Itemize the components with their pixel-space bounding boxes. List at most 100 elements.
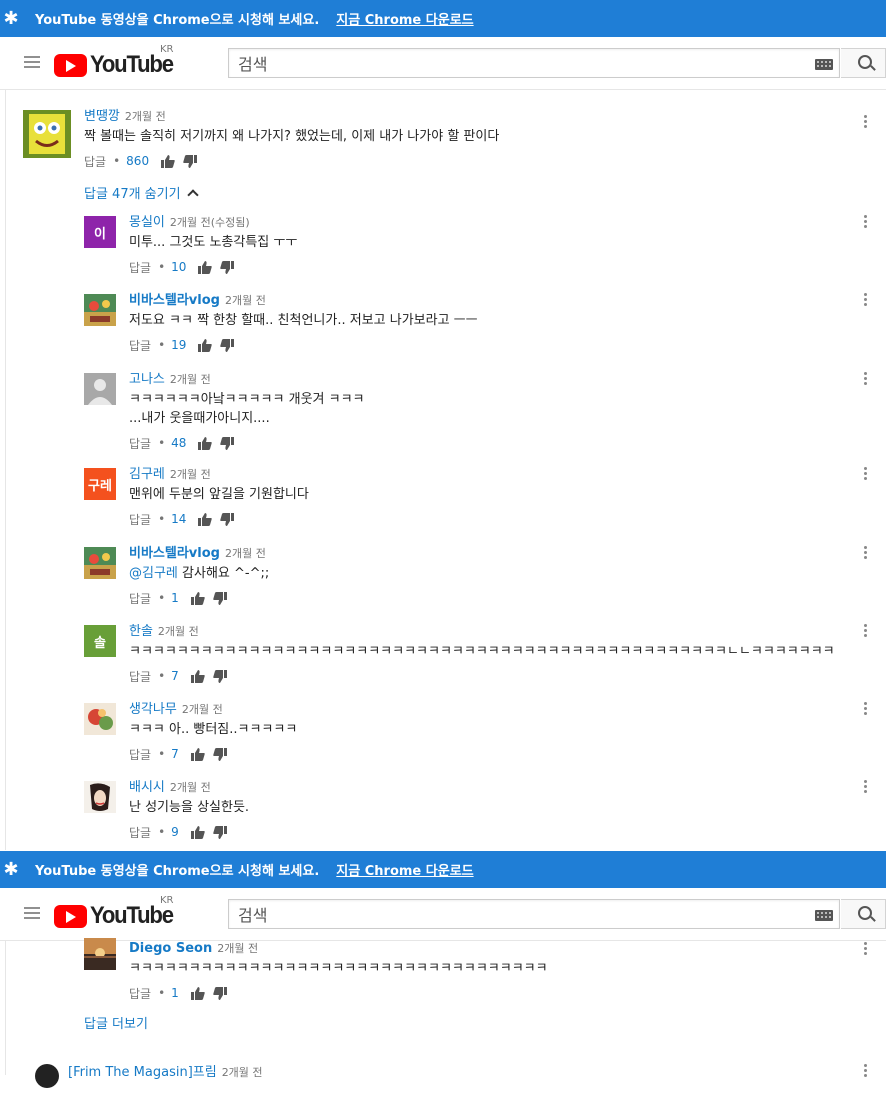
comment-time[interactable]: 2개월 전 bbox=[182, 703, 223, 716]
comment-author[interactable]: 생각나무 bbox=[129, 702, 177, 717]
more-actions-icon[interactable] bbox=[864, 115, 868, 130]
reply-button[interactable]: 답글 bbox=[129, 435, 151, 452]
reply-button[interactable]: 답글 bbox=[84, 153, 106, 170]
comment-author[interactable]: 변땡깡 bbox=[84, 109, 120, 124]
more-actions-icon[interactable] bbox=[864, 624, 868, 639]
avatar[interactable] bbox=[23, 110, 71, 158]
comment-author[interactable]: 김구레 bbox=[129, 467, 165, 482]
comment-time[interactable]: 2개월 전 bbox=[170, 781, 211, 794]
thumbs-up-icon[interactable] bbox=[190, 825, 205, 839]
avatar[interactable]: 이 bbox=[84, 216, 116, 248]
more-actions-icon[interactable] bbox=[864, 702, 868, 717]
avatar[interactable] bbox=[84, 373, 116, 405]
comment-time[interactable]: 2개월 전 bbox=[170, 373, 211, 386]
comment-author[interactable]: Diego Seon bbox=[129, 941, 212, 956]
search-input[interactable] bbox=[229, 49, 800, 79]
reply-button[interactable]: 답글 bbox=[129, 985, 151, 1002]
avatar[interactable] bbox=[84, 703, 116, 735]
separator-dot: • bbox=[158, 591, 166, 605]
comment-time[interactable]: 2개월 전(수정됨) bbox=[170, 216, 250, 229]
thumbs-up-icon[interactable] bbox=[190, 591, 205, 605]
comment-author[interactable]: 비바스텔라vlog bbox=[129, 546, 220, 561]
avatar[interactable] bbox=[23, 1060, 71, 1108]
keyboard-icon[interactable] bbox=[815, 910, 833, 921]
thumbs-up-icon[interactable] bbox=[190, 669, 205, 683]
comment-time[interactable]: 2개월 전 bbox=[217, 942, 258, 955]
hide-replies-label: 답글 47개 숨기기 bbox=[84, 187, 181, 202]
more-actions-icon[interactable] bbox=[864, 467, 868, 482]
hide-replies-button[interactable]: 답글 47개 숨기기 bbox=[84, 183, 199, 202]
youtube-logo[interactable]: YouTube KR bbox=[54, 895, 180, 930]
thumbs-up-icon[interactable] bbox=[198, 512, 213, 526]
comment-author[interactable]: 몽실이 bbox=[129, 215, 165, 230]
search-input[interactable] bbox=[229, 900, 800, 930]
menu-icon[interactable] bbox=[24, 56, 40, 69]
comment-author[interactable]: 배시시 bbox=[129, 780, 165, 795]
reply-button[interactable]: 답글 bbox=[129, 590, 151, 607]
thumbs-down-icon[interactable] bbox=[213, 669, 227, 683]
thumbs-up-icon[interactable] bbox=[198, 338, 213, 352]
comment-time[interactable]: 2개월 전 bbox=[225, 547, 266, 560]
search-button[interactable] bbox=[841, 48, 886, 78]
more-actions-icon[interactable] bbox=[864, 215, 868, 230]
comment-time[interactable]: 2개월 전 bbox=[158, 625, 199, 638]
more-actions-icon[interactable] bbox=[864, 293, 868, 308]
thumbs-up-icon[interactable] bbox=[198, 260, 213, 274]
mention-link[interactable]: @김구레 bbox=[129, 566, 178, 581]
thumbs-down-icon[interactable] bbox=[220, 512, 235, 526]
menu-icon[interactable] bbox=[24, 907, 40, 920]
reply-button[interactable]: 답글 bbox=[129, 337, 151, 354]
comment-time[interactable]: 2개월 전 bbox=[225, 294, 266, 307]
more-actions-icon[interactable] bbox=[864, 1064, 868, 1079]
more-actions-icon[interactable] bbox=[864, 942, 868, 957]
avatar[interactable] bbox=[84, 938, 116, 970]
avatar[interactable] bbox=[84, 781, 116, 813]
reply-button[interactable]: 답글 bbox=[129, 259, 151, 276]
avatar[interactable]: 구레 bbox=[84, 468, 116, 500]
more-actions-icon[interactable] bbox=[864, 546, 868, 561]
search-button[interactable] bbox=[841, 899, 886, 929]
thumbs-up-icon[interactable] bbox=[190, 986, 205, 1000]
reply-button[interactable]: 답글 bbox=[129, 746, 151, 763]
like-count: 1 bbox=[171, 591, 179, 605]
thumbs-down-icon[interactable] bbox=[213, 591, 227, 605]
region-code: KR bbox=[160, 44, 174, 55]
comment-author[interactable]: 고나스 bbox=[129, 372, 165, 387]
like-count: 48 bbox=[171, 436, 187, 450]
more-actions-icon[interactable] bbox=[864, 372, 868, 387]
avatar[interactable] bbox=[84, 547, 116, 579]
thumbs-down-icon[interactable] bbox=[220, 260, 235, 274]
chrome-download-link[interactable]: 지금 Chrome 다운로드 bbox=[336, 860, 473, 879]
reply-button[interactable]: 답글 bbox=[129, 511, 151, 528]
reply-button[interactable]: 답글 bbox=[129, 668, 151, 685]
chrome-download-link[interactable]: 지금 Chrome 다운로드 bbox=[336, 9, 473, 28]
comment-author[interactable]: [Frim The Magasin]프림 bbox=[68, 1065, 217, 1080]
youtube-logo[interactable]: YouTube KR bbox=[54, 44, 180, 79]
thumbs-up-icon[interactable] bbox=[198, 436, 213, 450]
play-icon bbox=[54, 53, 87, 77]
comment-time[interactable]: 2개월 전 bbox=[222, 1066, 263, 1079]
avatar[interactable]: 솔 bbox=[84, 625, 116, 657]
thumbs-down-icon[interactable] bbox=[220, 338, 235, 352]
show-more-replies-button[interactable]: 답글 더보기 bbox=[84, 1013, 148, 1032]
banner-text: YouTube 동영상을 Chrome으로 시청해 보세요. bbox=[35, 13, 320, 28]
thumbs-down-icon[interactable] bbox=[213, 825, 227, 839]
comment-author[interactable]: 비바스텔라vlog bbox=[129, 293, 220, 308]
thumbs-up-icon[interactable] bbox=[161, 154, 175, 168]
thumbs-down-icon[interactable] bbox=[213, 747, 227, 761]
keyboard-icon[interactable] bbox=[815, 59, 833, 70]
thumbs-up-icon[interactable] bbox=[190, 747, 205, 761]
comment-text-body: 감사해요 ^-^;; bbox=[177, 566, 270, 581]
reply-button[interactable]: 답글 bbox=[129, 824, 151, 841]
avatar[interactable] bbox=[84, 294, 116, 326]
thumbs-down-icon[interactable] bbox=[213, 986, 227, 1000]
star-icon: ✱ bbox=[3, 859, 19, 880]
more-actions-icon[interactable] bbox=[864, 780, 868, 795]
chrome-promo-banner: ✱ YouTube 동영상을 Chrome으로 시청해 보세요. 지금 Chro… bbox=[0, 0, 886, 37]
separator-dot: • bbox=[158, 260, 166, 274]
comment-author[interactable]: 한솔 bbox=[129, 624, 153, 639]
comment-time[interactable]: 2개월 전 bbox=[125, 110, 166, 123]
thumbs-down-icon[interactable] bbox=[183, 154, 198, 168]
comment-time[interactable]: 2개월 전 bbox=[170, 468, 211, 481]
thumbs-down-icon[interactable] bbox=[220, 436, 235, 450]
